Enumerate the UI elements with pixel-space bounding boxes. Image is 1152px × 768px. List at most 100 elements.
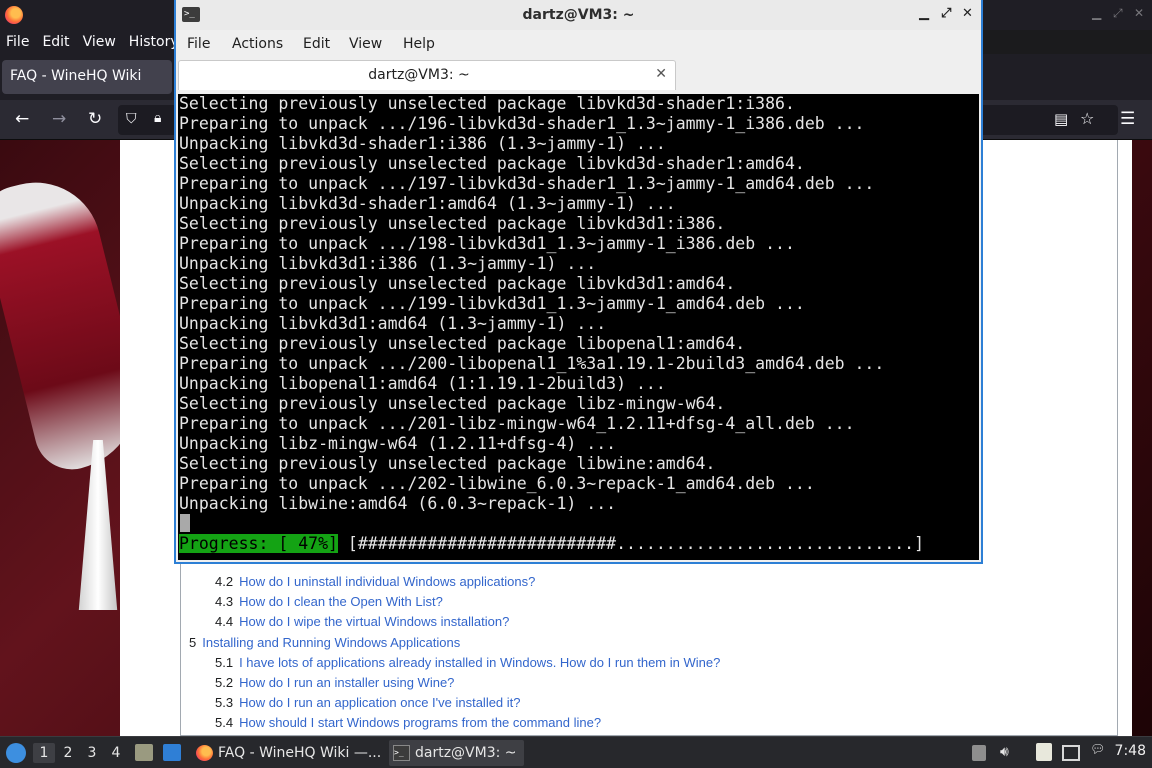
toc-item-number: 4.3 [215,594,234,610]
toc-item-link[interactable]: How do I uninstall individual Windows ap… [239,574,535,589]
terminal-screen[interactable]: Progress: [ 47%] [######################… [178,94,979,560]
maximize-icon[interactable]: ⤢ [1113,6,1123,21]
terminal-output-line: Unpacking libvkd3d-shader1:amd64 (1.3~ja… [179,194,676,213]
toc-item-link[interactable]: How do I wipe the virtual Windows instal… [239,614,509,629]
reader-view-icon[interactable]: ▤ [1054,110,1068,128]
terminal-output-line: Selecting previously unselected package … [179,154,805,173]
apt-progress-line: Progress: [ 47%] [######################… [179,534,924,554]
back-icon[interactable]: ← [15,110,29,128]
terminal-output-line: Selecting previously unselected package … [179,214,726,233]
start-menu-icon[interactable] [6,743,26,763]
toc-item[interactable]: 5.2 How do I run an installer using Wine? [215,675,454,690]
bookmark-star-icon[interactable]: ☆ [1080,109,1094,128]
terminal-tab-label: dartz@VM3: ~ [368,67,470,83]
terminal-tabbar: dartz@VM3: ~ ✕ [176,58,981,92]
menu-file[interactable]: File [6,34,29,50]
toc-item-number: 5.2 [215,675,234,690]
lock-icon[interactable]: 🔒︎ [154,110,161,126]
menu-history[interactable]: History [129,34,179,50]
toc-item-link[interactable]: How should I start Windows programs from… [239,715,601,730]
desktop-3-button[interactable]: 3 [81,743,103,763]
terminal-tab[interactable]: dartz@VM3: ~ ✕ [178,60,676,90]
terminal-output-line: Preparing to unpack .../201-libz-mingw-w… [179,414,855,433]
terminal-output-line: Selecting previously unselected package … [179,334,746,353]
terminal-title: dartz@VM3: ~ [522,7,635,23]
notification-icon[interactable]: 💬︎ [1090,742,1105,756]
hamburger-menu-icon[interactable]: ☰ [1120,110,1135,128]
firefox-menubar: File Edit View History [0,30,180,54]
terminal-output-line: Preparing to unpack .../202-libwine_6.0.… [179,474,815,493]
forward-icon[interactable]: → [52,110,66,128]
desktop-2-button[interactable]: 2 [57,743,79,763]
tab-close-icon[interactable]: ✕ [655,66,667,82]
toc-item-link[interactable]: How do I run an installer using Wine? [239,675,454,690]
toc-item[interactable]: 5 Installing and Running Windows Applicat… [189,635,460,650]
clock[interactable]: 7:48 [1115,743,1146,759]
close-icon[interactable]: ✕ [962,6,973,21]
terminal-output-line: Preparing to unpack .../199-libvkd3d1_1.… [179,294,805,313]
terminal-output-line: Preparing to unpack .../197-libvkd3d-sha… [179,174,875,193]
toc-item-link[interactable]: How do I run an application once I've in… [239,695,520,710]
show-desktop-icon[interactable] [163,744,181,761]
minimize-icon[interactable]: ▁ [919,6,929,21]
taskbar: 1 2 3 4 FAQ - WineHQ Wiki —... >_ dartz@… [0,736,1152,768]
task-terminal-label: dartz@VM3: ~ [415,745,517,761]
tab-faq-winehq[interactable]: FAQ - WineHQ Wiki [2,60,172,94]
menu-edit[interactable]: Edit [42,34,69,50]
terminal-output-line: Selecting previously unselected package … [179,94,795,113]
toc-item-number: 5.1 [215,654,234,670]
toc-item-link[interactable]: Installing and Running Windows Applicati… [202,635,460,650]
progress-bar-text: [##########################.............… [337,534,925,553]
toc-item-number: 5.3 [215,695,234,711]
toc-item[interactable]: 5.1 I have lots of applications already i… [215,655,720,670]
menu-file[interactable]: File [187,36,210,52]
terminal-output-line: Unpacking libwine:amd64 (6.0.3~repack-1)… [179,494,617,513]
volume-icon[interactable]: 🔊︎ [1000,744,1009,760]
terminal-output-line: Unpacking libopenal1:amd64 (1:1.19.1-2bu… [179,374,666,393]
menu-help[interactable]: Help [403,36,435,52]
toc-item-number: 5 [189,634,197,650]
terminal-menubar: File Actions Edit View Help [176,30,981,58]
toc-item-number: 5.4 [215,715,234,731]
terminal-output-line: Unpacking libz-mingw-w64 (1.2.11+dfsg-4)… [179,434,617,453]
toc-item[interactable]: 4.2 How do I uninstall individual Windows… [215,574,535,589]
menu-actions[interactable]: Actions [232,36,283,52]
terminal-output-line: Unpacking libvkd3d-shader1:i386 (1.3~jam… [179,134,666,153]
terminal-output-line: Selecting previously unselected package … [179,394,726,413]
reload-icon[interactable]: ↻ [88,110,102,128]
task-firefox[interactable]: FAQ - WineHQ Wiki —... [192,740,385,766]
terminal-titlebar: >_ dartz@VM3: ~ ▁ ⤢ ✕ [176,0,981,30]
toc-item-link[interactable]: How do I clean the Open With List? [239,594,443,609]
toc-item[interactable]: 5.4 How should I start Windows programs f… [215,715,601,730]
firefox-icon [196,745,213,761]
terminal-output-line: Preparing to unpack .../198-libvkd3d1_1.… [179,234,795,253]
notes-icon[interactable] [1036,743,1052,761]
toc-item[interactable]: 5.3 How do I run an application once I've… [215,695,521,710]
toc-item-link[interactable]: I have lots of applications already inst… [239,655,720,670]
terminal-window: >_ dartz@VM3: ~ ▁ ⤢ ✕ File Actions Edit … [174,0,983,564]
toc-item[interactable]: 4.3 How do I clean the Open With List? [215,594,443,609]
terminal-output-line: Unpacking libvkd3d1:i386 (1.3~jammy-1) .… [179,254,597,273]
maximize-icon[interactable]: ⤢ [941,6,951,21]
file-manager-icon[interactable] [135,744,153,761]
task-terminal[interactable]: >_ dartz@VM3: ~ [389,740,524,766]
toc-item-number: 4.2 [215,574,234,589]
network-icon[interactable] [1062,745,1080,761]
terminal-output-line: Preparing to unpack .../196-libvkd3d-sha… [179,114,865,133]
toc-item[interactable]: 4.4 How do I wipe the virtual Windows ins… [215,614,509,629]
menu-edit[interactable]: Edit [303,36,330,52]
firefox-logo-icon [5,6,23,24]
terminal-output-line: Preparing to unpack .../200-libopenal1_1… [179,354,885,373]
close-icon[interactable]: ✕ [1134,6,1144,20]
menu-view[interactable]: View [83,34,116,50]
clipboard-icon[interactable] [972,745,986,761]
desktop-4-button[interactable]: 4 [105,743,127,763]
terminal-output-line: Selecting previously unselected package … [179,274,736,293]
task-firefox-label: FAQ - WineHQ Wiki —... [218,745,382,761]
shield-icon[interactable]: ⛉ [126,111,137,127]
desktop-1-button[interactable]: 1 [33,743,55,763]
menu-view[interactable]: View [349,36,382,52]
terminal-output-line: Selecting previously unselected package … [179,454,716,473]
terminal-output-line: Unpacking libvkd3d1:amd64 (1.3~jammy-1) … [179,314,607,333]
minimize-icon[interactable]: ▁ [1092,6,1101,20]
